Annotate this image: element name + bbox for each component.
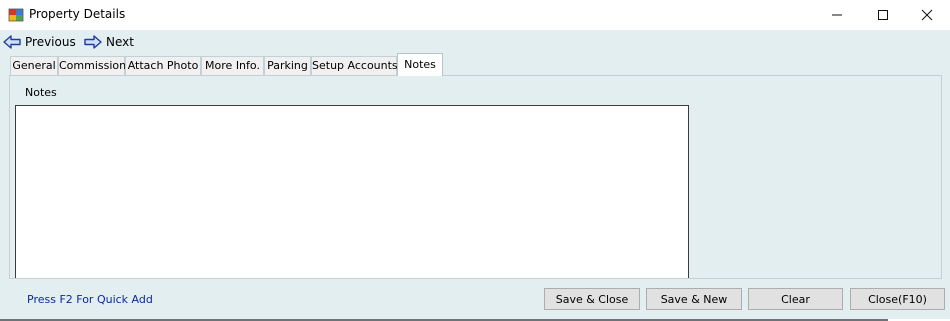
title-bar: Property Details — [0, 0, 950, 30]
notes-tab-panel: Notes — [9, 75, 942, 279]
record-navigation: Previous Next — [0, 30, 950, 54]
notes-textarea[interactable] — [15, 105, 689, 278]
tab-attach-photo[interactable]: Attach Photo — [125, 56, 201, 75]
close-icon — [921, 9, 933, 21]
save-close-button[interactable]: Save & Close — [544, 288, 640, 310]
maximize-button[interactable] — [860, 0, 906, 30]
window-title: Property Details — [29, 7, 126, 21]
tab-more-info[interactable]: More Info. — [201, 56, 264, 75]
arrow-left-icon — [3, 35, 21, 49]
previous-button[interactable]: Previous — [3, 33, 76, 51]
tab-parking[interactable]: Parking — [264, 56, 311, 75]
quick-add-hint: Press F2 For Quick Add — [27, 293, 153, 306]
notes-label: Notes — [25, 86, 57, 99]
tab-commission[interactable]: Commission — [58, 56, 126, 75]
save-new-button[interactable]: Save & New — [646, 288, 742, 310]
form-icon — [8, 8, 24, 22]
minimize-icon — [832, 14, 842, 16]
form-body: Previous Next General Commission Attach … — [0, 30, 950, 321]
close-button[interactable]: Close(F10) — [850, 288, 945, 310]
clear-button[interactable]: Clear — [748, 288, 843, 310]
minimize-button[interactable] — [814, 0, 860, 30]
close-window-button[interactable] — [904, 0, 950, 30]
previous-label: Previous — [25, 35, 76, 49]
next-label: Next — [106, 35, 134, 49]
tab-setup-accounts[interactable]: Setup Accounts — [311, 56, 398, 75]
next-button[interactable]: Next — [84, 33, 134, 51]
maximize-icon — [878, 10, 888, 20]
tab-general[interactable]: General — [10, 56, 58, 75]
tab-notes[interactable]: Notes — [397, 53, 443, 76]
arrow-right-icon — [84, 35, 102, 49]
